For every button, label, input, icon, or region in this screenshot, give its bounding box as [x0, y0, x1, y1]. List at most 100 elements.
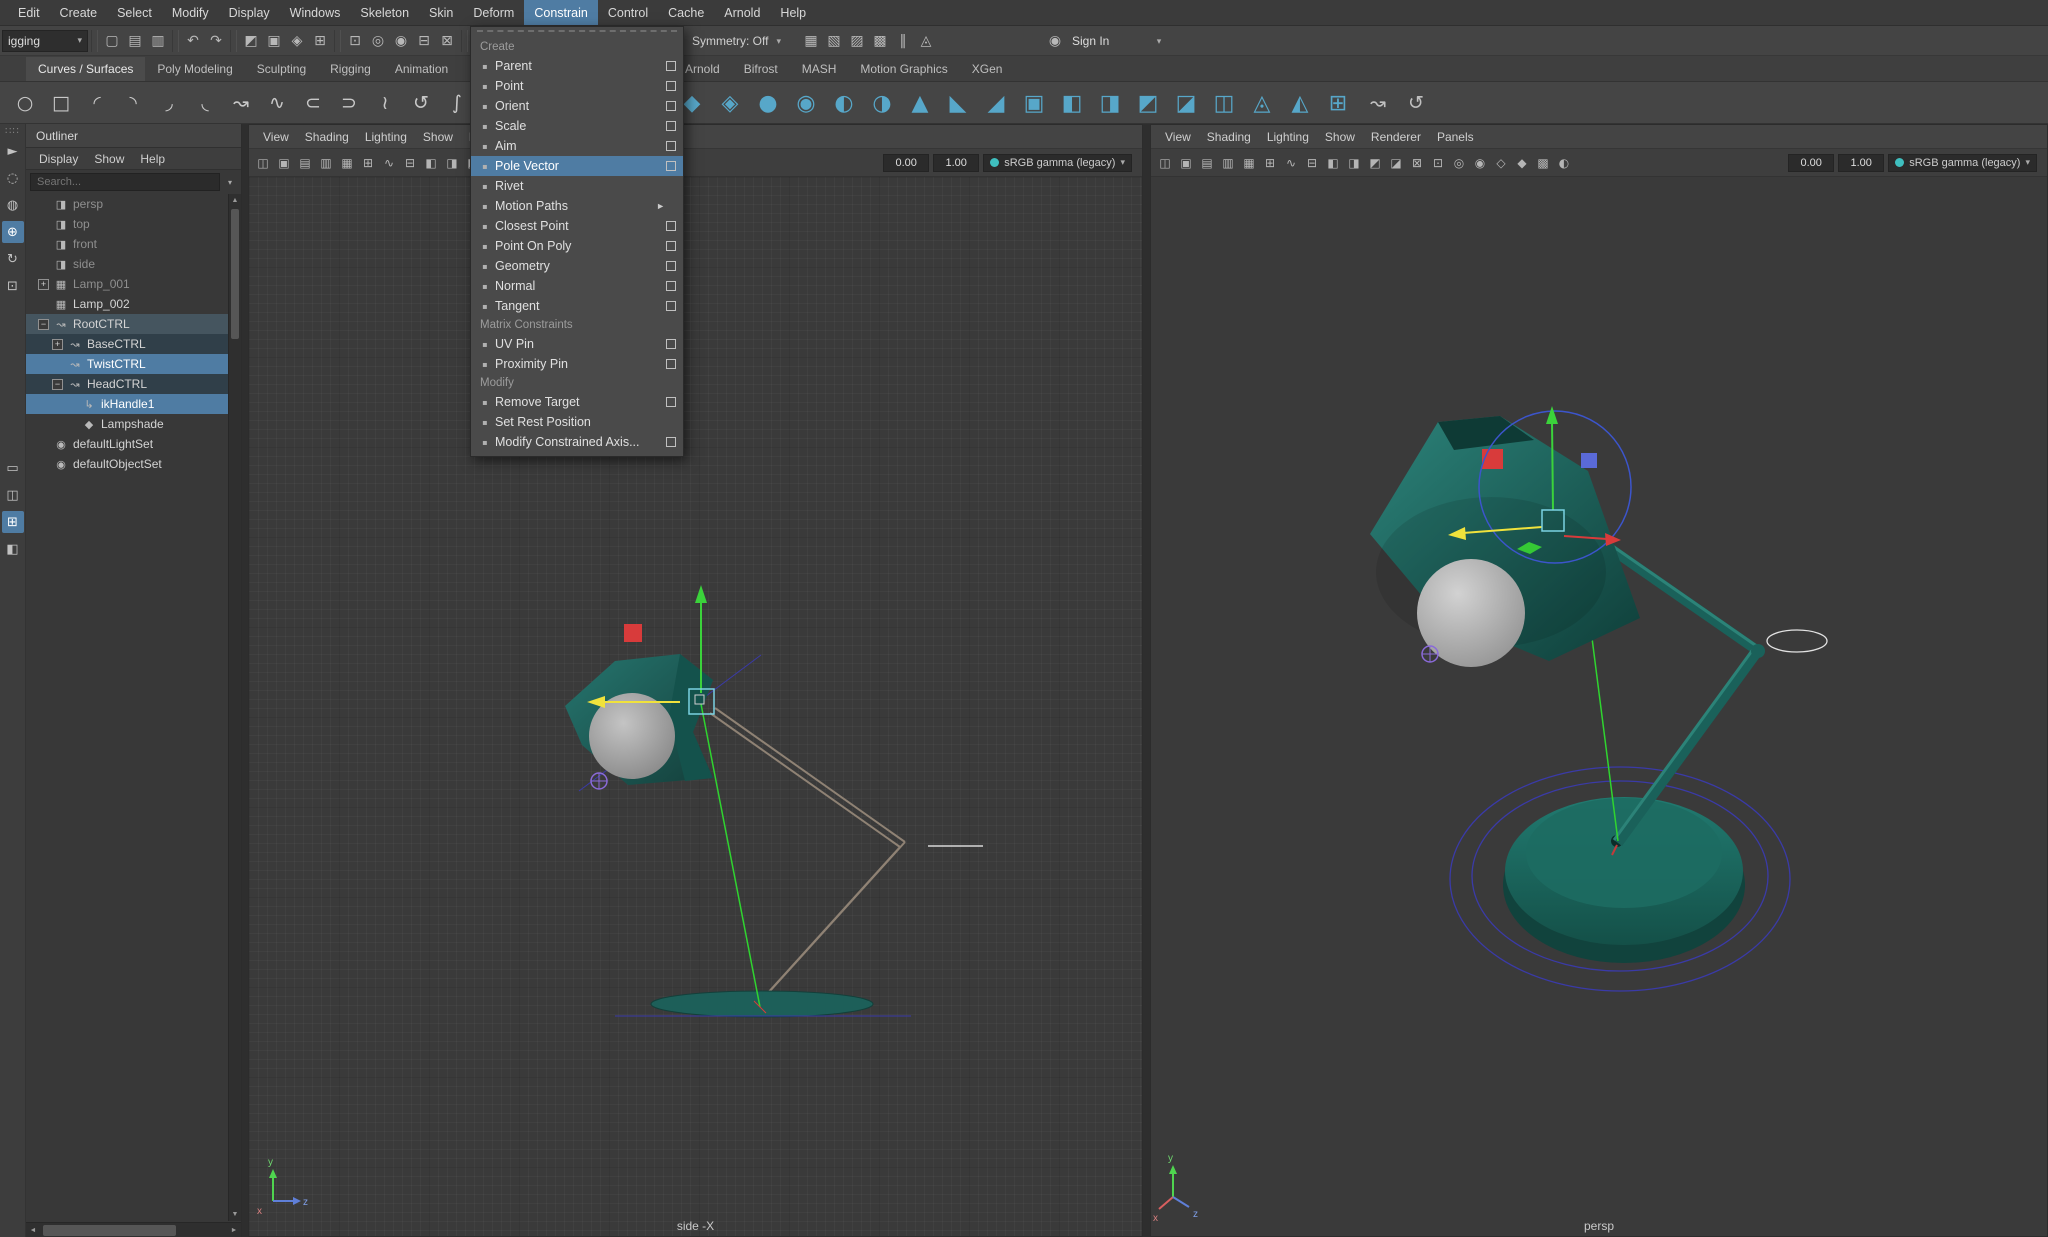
safe-title-icon[interactable]: ⊡	[1428, 153, 1448, 173]
menu-set-selector[interactable]: igging ▾	[2, 30, 88, 52]
shelf-tab[interactable]: Rigging	[318, 57, 383, 81]
viewport-menu-item[interactable]: Shading	[297, 130, 357, 144]
menubar-item[interactable]: Display	[219, 0, 280, 25]
viewport-splitter[interactable]	[1143, 124, 1150, 1237]
poly-cone-icon[interactable]: ◐	[825, 85, 863, 121]
outliner-filter-dropdown[interactable]: ▾	[223, 178, 237, 187]
scale-tool-icon[interactable]: ⊡	[2, 275, 24, 297]
poly-superellipse-icon[interactable]: ◪	[1167, 85, 1205, 121]
pole-vector-circle[interactable]	[1767, 630, 1827, 652]
grid-toggle-icon[interactable]: ⊟	[400, 153, 420, 173]
shelf-tab[interactable]: MASH	[790, 57, 849, 81]
cv-curve-tool-icon[interactable]: ◜	[80, 86, 114, 120]
outliner-persp-layout-button[interactable]: ◧	[2, 538, 24, 560]
option-box[interactable]	[666, 101, 676, 111]
rotate-tool-icon[interactable]: ↻	[2, 248, 24, 270]
pole-vector-handle[interactable]	[591, 773, 607, 789]
option-box[interactable]	[666, 61, 676, 71]
poly-pyramid-icon[interactable]: ◣	[939, 85, 977, 121]
curve-warp-icon[interactable]: ↝	[1359, 85, 1397, 121]
option-box[interactable]	[666, 161, 676, 171]
poly-cylinder-icon[interactable]: ●	[749, 85, 787, 121]
viewport-canvas-side[interactable]: y z x side -X	[249, 177, 1142, 1236]
outliner-item[interactable]: + ▦ Lamp_001	[26, 274, 228, 294]
expander-toggle[interactable]: −	[52, 379, 63, 390]
poly-ultra-shape-icon[interactable]: ◬	[1243, 85, 1281, 121]
viewport-canvas-persp[interactable]: y x z persp	[1151, 177, 2047, 1236]
shelf-tab[interactable]: Sculpting	[245, 57, 318, 81]
textured-mode-icon[interactable]: ▩	[1533, 153, 1553, 173]
symmetry-dropdown[interactable]: Symmetry: Off ▾	[692, 30, 781, 52]
shelf-tab[interactable]: XGen	[960, 57, 1015, 81]
lock-camera-icon[interactable]: ▣	[1176, 153, 1196, 173]
insert-knot-icon[interactable]: ≀	[368, 86, 402, 120]
four-pane-layout-button[interactable]: ⊞	[2, 511, 24, 533]
menubar-item[interactable]: Modify	[162, 0, 219, 25]
option-box[interactable]	[666, 339, 676, 349]
view-axis-gizmo[interactable]: y x z	[1153, 1153, 1198, 1224]
select-camera-icon[interactable]: ◫	[1155, 153, 1175, 173]
constrain-menu-item[interactable]: ▪ Point ►	[471, 76, 683, 96]
offset-curve-icon[interactable]: ∫	[440, 86, 474, 120]
film-gate-icon[interactable]: ◧	[1323, 153, 1343, 173]
outliner-item[interactable]: ↝ TwistCTRL	[26, 354, 228, 374]
constrain-menu-item[interactable]: ▪ Proximity Pin ►	[471, 354, 683, 374]
menubar-item[interactable]: Help	[770, 0, 816, 25]
menubar-item[interactable]: Constrain	[524, 0, 598, 25]
poly-platonic-icon[interactable]: ◭	[1281, 85, 1319, 121]
option-box[interactable]	[666, 261, 676, 271]
resolution-gate-icon[interactable]: ◨	[1344, 153, 1364, 173]
menubar-item[interactable]: Select	[107, 0, 162, 25]
outliner-item[interactable]: − ↝ RootCTRL	[26, 314, 228, 334]
outliner-item[interactable]: ◨ top	[26, 214, 228, 234]
option-box[interactable]	[666, 397, 676, 407]
grease-pencil-icon[interactable]: ∿	[1281, 153, 1301, 173]
outliner-vertical-scrollbar[interactable]: ▲ ▼	[228, 194, 241, 1221]
sign-in-dropdown[interactable]: ▾	[1150, 30, 1168, 52]
save-scene-icon[interactable]: ▥	[147, 30, 169, 52]
viewport-menu-item[interactable]: View	[255, 130, 297, 144]
expander-toggle[interactable]: +	[38, 279, 49, 290]
image-plane-icon[interactable]: ▦	[337, 153, 357, 173]
viewport-menu-item[interactable]: Show	[415, 130, 461, 144]
outliner-item[interactable]: ◨ persp	[26, 194, 228, 214]
menubar-item[interactable]: Skeleton	[350, 0, 419, 25]
grid-toggle-icon[interactable]: ⊟	[1302, 153, 1322, 173]
constrain-menu-item[interactable]: Matrix Constraints ►	[471, 316, 683, 334]
redo-icon[interactable]: ↷	[205, 30, 227, 52]
extend-curve-icon[interactable]: ↺	[404, 86, 438, 120]
nurbs-circle-icon[interactable]: ○	[8, 86, 42, 120]
exposure-field[interactable]: 0.00	[883, 154, 929, 172]
single-pane-layout-button[interactable]: ▭	[2, 457, 24, 479]
poly-prism-icon[interactable]: ◢	[977, 85, 1015, 121]
outliner-item[interactable]: ◉ defaultObjectSet	[26, 454, 228, 474]
colorspace-dropdown[interactable]: sRGB gamma (legacy) ▾	[1888, 154, 2037, 172]
poly-pipe-icon[interactable]: ▣	[1015, 85, 1053, 121]
select-tool-icon[interactable]: ►	[2, 140, 24, 162]
scrollbar-thumb[interactable]	[43, 1225, 176, 1236]
constrain-menu-item[interactable]: ▪ Tangent ►	[471, 296, 683, 316]
ipr-render-icon[interactable]: ▨	[846, 30, 868, 52]
shelf-tab[interactable]: Bifrost	[732, 57, 790, 81]
undo-icon[interactable]: ↶	[182, 30, 204, 52]
menubar-item[interactable]: Deform	[463, 0, 524, 25]
constrain-menu-item[interactable]: ▪ Closest Point ►	[471, 216, 683, 236]
select-component-icon[interactable]: ◈	[286, 30, 308, 52]
outliner-item[interactable]: − ↝ HeadCTRL	[26, 374, 228, 394]
poly-cube-icon[interactable]: ◈	[711, 85, 749, 121]
poly-spherical-harmonics-icon[interactable]: ◫	[1205, 85, 1243, 121]
constrain-menu-item[interactable]: ▪ Normal ►	[471, 276, 683, 296]
open-scene-icon[interactable]: ▤	[124, 30, 146, 52]
outliner-item[interactable]: ▦ Lamp_002	[26, 294, 228, 314]
paint-select-tool-icon[interactable]: ◍	[2, 194, 24, 216]
option-box[interactable]	[666, 241, 676, 251]
outliner-menu-item[interactable]: Help	[133, 152, 172, 166]
lamp-base[interactable]	[1503, 797, 1745, 963]
image-plane-icon[interactable]: ▦	[1239, 153, 1259, 173]
shelf-tab[interactable]: Motion Graphics	[848, 57, 959, 81]
tearoff-handle[interactable]	[477, 30, 677, 36]
outliner-menu-item[interactable]: Show	[87, 152, 131, 166]
poly-soccer-ball-icon[interactable]: ◩	[1129, 85, 1167, 121]
nurbs-square-icon[interactable]: □	[44, 86, 78, 120]
pole-vector-handle[interactable]	[1422, 646, 1438, 662]
